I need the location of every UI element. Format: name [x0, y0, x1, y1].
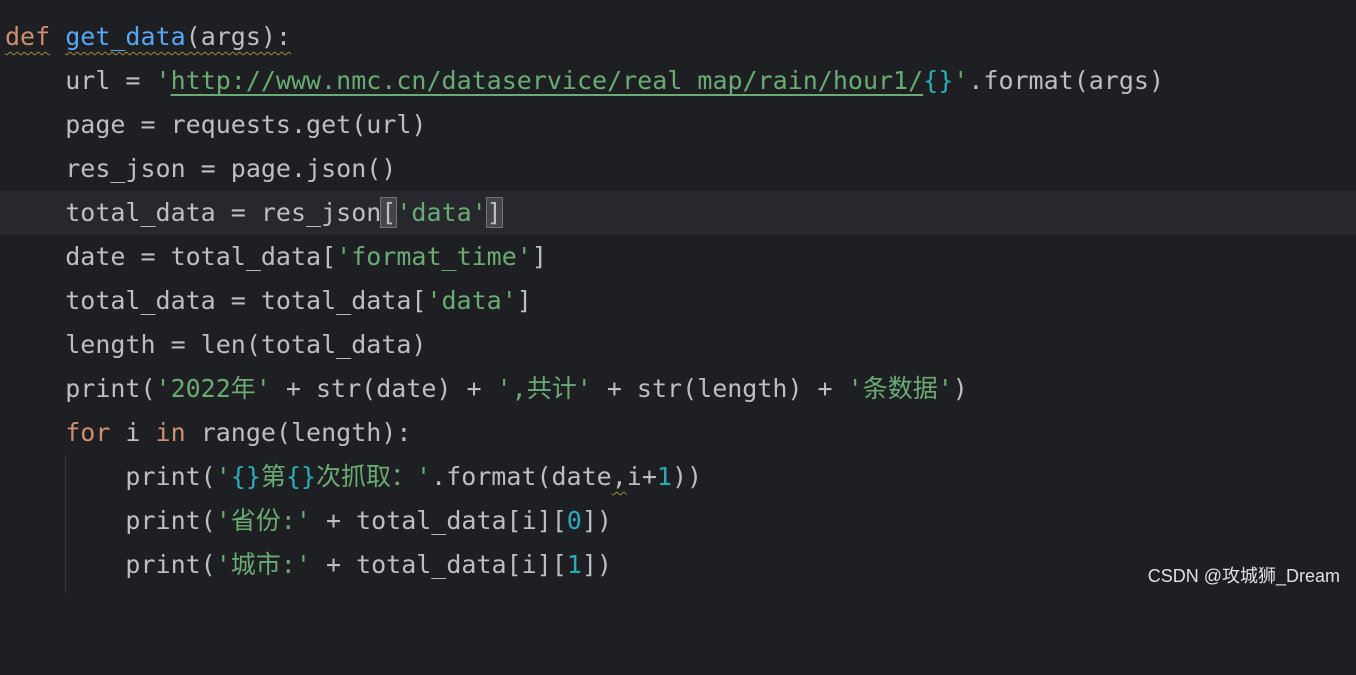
string-literal: '城市:' — [215, 550, 311, 579]
format-placeholder: {} — [285, 462, 317, 491]
code-text: url = — [65, 66, 156, 95]
keyword-in: in — [155, 418, 186, 447]
string-literal: 'data' — [426, 286, 517, 315]
string-literal: 'format_time' — [336, 242, 532, 271]
code-text: + total_data[i][ — [310, 550, 567, 579]
string-literal: '2022年' — [155, 374, 271, 403]
code-line-1[interactable]: def get_data(args): — [0, 15, 1356, 59]
keyword-def: def — [5, 22, 51, 51]
code-text: date = total_data[ — [65, 242, 337, 271]
warning-comma: , — [611, 462, 627, 491]
string-literal: 次抓取：' — [316, 462, 432, 491]
code-line-9[interactable]: print('2022年' + str(date) + ',共计' + str(… — [0, 367, 1356, 411]
code-text: .format(date — [431, 462, 612, 491]
code-text: total_data = res_json — [65, 198, 382, 227]
keyword-for: for — [65, 418, 111, 447]
code-text: print( — [125, 550, 216, 579]
code-text: + str(length) + — [591, 374, 848, 403]
code-line-11[interactable]: print('{}第{}次抓取：'.format(date,i+1)) — [0, 455, 1356, 499]
indent-guide — [65, 455, 66, 593]
string-literal: ',共计' — [496, 374, 592, 403]
code-text: i — [110, 418, 156, 447]
code-line-4[interactable]: res_json = page.json() — [0, 147, 1356, 191]
code-text: length = len(total_data) — [65, 330, 427, 359]
code-text: )) — [671, 462, 703, 491]
code-editor[interactable]: def get_data(args): url = 'http://www.nm… — [0, 0, 1356, 596]
code-text: .format(args) — [968, 66, 1165, 95]
format-placeholder: {} — [923, 66, 954, 95]
string-quote: ' — [155, 66, 171, 95]
code-text: range(length): — [185, 418, 412, 447]
code-line-8[interactable]: length = len(total_data) — [0, 323, 1356, 367]
code-text: + str(date) + — [270, 374, 497, 403]
code-line-6[interactable]: date = total_data['format_time'] — [0, 235, 1356, 279]
number-literal: 1 — [566, 550, 582, 579]
code-text: + total_data[i][ — [310, 506, 567, 535]
string-literal: '省份:' — [215, 506, 311, 535]
format-placeholder: {} — [230, 462, 261, 491]
function-params: (args): — [185, 22, 291, 51]
code-line-12[interactable]: print('省份:' + total_data[i][0]) — [0, 499, 1356, 543]
code-text: i+ — [626, 462, 657, 491]
code-text: page = requests.get(url) — [65, 110, 427, 139]
code-line-5-current[interactable]: total_data = res_json['data'] — [0, 191, 1356, 235]
code-line-10[interactable]: for i in range(length): — [0, 411, 1356, 455]
number-literal: 0 — [566, 506, 582, 535]
code-text: print( — [125, 506, 216, 535]
code-text: ]) — [581, 550, 612, 579]
string-literal: '条数据' — [847, 374, 953, 403]
bracket-match-open: [ — [380, 197, 398, 228]
url-string[interactable]: http://www.nmc.cn/dataservice/real_map/r… — [171, 66, 924, 95]
code-line-3[interactable]: page = requests.get(url) — [0, 103, 1356, 147]
string-quote: ' — [953, 66, 969, 95]
code-line-7[interactable]: total_data = total_data['data'] — [0, 279, 1356, 323]
code-text: ] — [531, 242, 547, 271]
code-text: print( — [65, 374, 156, 403]
string-literal: 第 — [260, 462, 286, 491]
code-text: total_data = total_data[ — [65, 286, 427, 315]
bracket-match-close: ] — [485, 197, 503, 228]
number-literal: 1 — [656, 462, 672, 491]
code-text: res_json = page.json() — [65, 154, 397, 183]
code-text: ] — [516, 286, 532, 315]
code-line-2[interactable]: url = 'http://www.nmc.cn/dataservice/rea… — [0, 59, 1356, 103]
string-quote: ' — [215, 462, 231, 491]
code-text: print( — [125, 462, 216, 491]
watermark: CSDN @攻城狮_Dream — [1147, 566, 1340, 586]
code-text: ) — [952, 374, 968, 403]
function-name: get_data — [65, 22, 186, 51]
string-literal: 'data' — [396, 198, 487, 227]
code-text: ]) — [581, 506, 612, 535]
